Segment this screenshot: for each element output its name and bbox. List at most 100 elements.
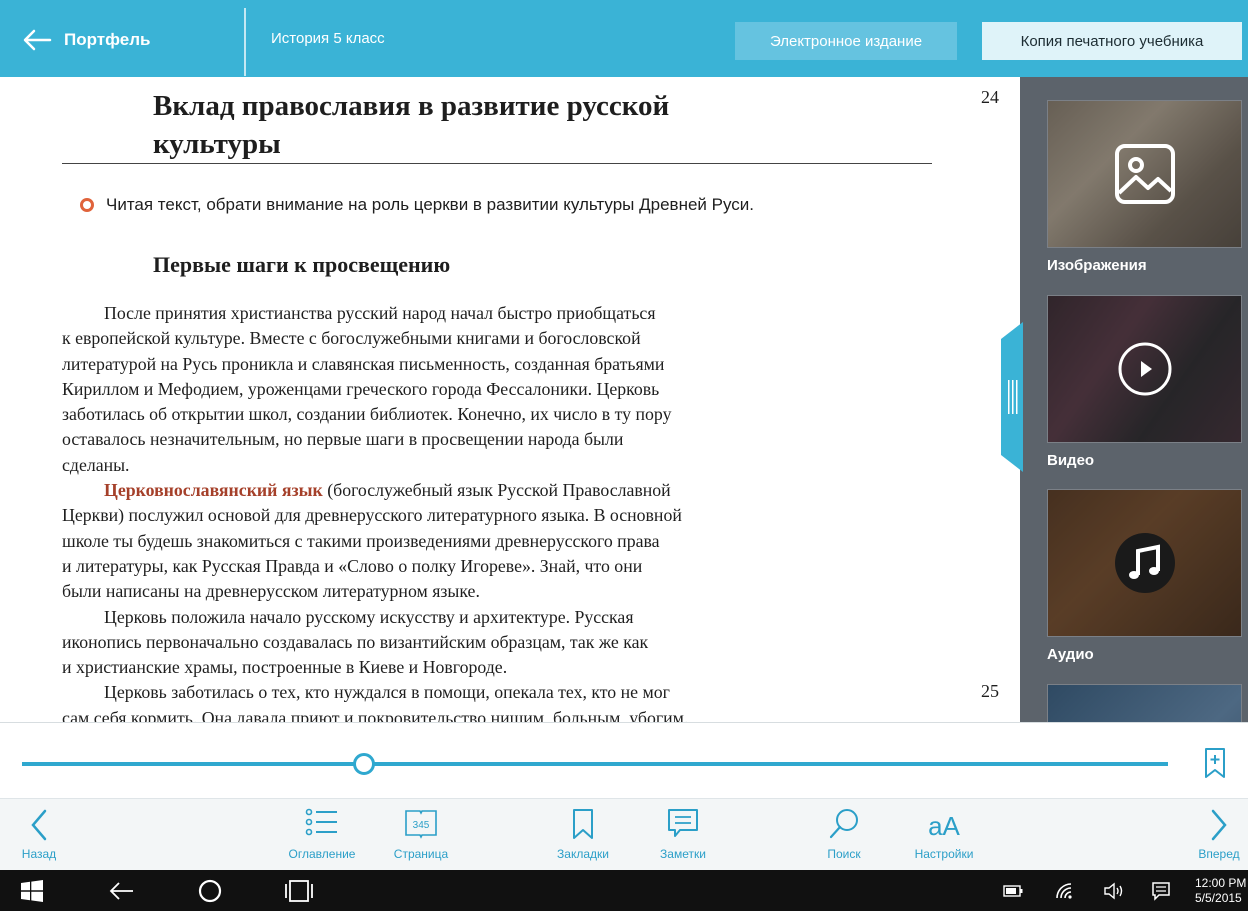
text-line: заботилась об открытии школ, создании би… xyxy=(62,404,672,425)
book-page: Вклад православия в развитие русской кул… xyxy=(0,77,1020,722)
chapter-title-line: культуры xyxy=(153,128,281,160)
contents-button[interactable]: Оглавление xyxy=(282,799,362,871)
task-view-icon xyxy=(285,879,313,902)
clock-time: 12:00 PM xyxy=(1195,876,1247,890)
print-copy-button[interactable]: Копия печатного учебника xyxy=(982,22,1242,60)
portfolio-back-link[interactable]: Портфель xyxy=(22,22,150,58)
search-label: Поиск xyxy=(827,847,861,861)
start-button[interactable] xyxy=(14,870,50,911)
cortana-button[interactable] xyxy=(193,870,227,911)
text-line: После принятия христианства русский наро… xyxy=(104,303,656,323)
play-icon xyxy=(1118,342,1171,396)
font-size-glyph: aA xyxy=(928,811,960,841)
clock-date: 5/5/2015 xyxy=(1195,891,1242,905)
windows-logo-icon xyxy=(21,879,43,902)
media-card-images[interactable]: Изображения xyxy=(1047,100,1242,274)
text-line: Церковнославянский язык (богослужебный я… xyxy=(62,478,942,503)
chapter-title: Вклад православия в развитие русской кул… xyxy=(153,87,853,163)
top-bar: Портфель История 5 класс Электронное изд… xyxy=(0,0,1248,77)
text-line: иконопись первоначально создавалась по в… xyxy=(62,631,649,652)
text-line: к европейской культуре. Вместе с богослу… xyxy=(62,328,641,349)
section-title: Первые шаги к просвещению xyxy=(153,252,451,277)
text-line: сам себя кормить. Она давала приют и пок… xyxy=(62,707,689,722)
battery-icon xyxy=(1003,884,1023,897)
text-line: оставалось незначительным, но первые шаг… xyxy=(62,429,624,450)
panel-toggle-handle[interactable] xyxy=(999,322,1023,472)
circle-icon xyxy=(198,879,222,902)
portfolio-label: Портфель xyxy=(64,30,151,49)
bookmarks-label: Закладки xyxy=(557,847,609,861)
action-center-tray[interactable] xyxy=(1146,870,1176,911)
video-thumbnail xyxy=(1047,295,1242,443)
bookmark-icon xyxy=(573,809,593,839)
electronic-edition-button[interactable]: Электронное издание xyxy=(735,22,957,60)
media-card-video[interactable]: Видео xyxy=(1047,295,1242,469)
volume-tray[interactable] xyxy=(1099,870,1129,911)
chevron-right-icon xyxy=(1211,809,1227,841)
header-divider xyxy=(244,8,246,76)
add-bookmark-icon[interactable] xyxy=(1202,747,1228,779)
text-line: Церковь заботилась о тех, кто нуждался в… xyxy=(104,682,670,703)
arrow-left-icon xyxy=(109,881,133,900)
battery-tray[interactable] xyxy=(998,870,1028,911)
settings-label: Настройки xyxy=(914,847,974,861)
back-label: Назад xyxy=(21,847,57,861)
image-icon xyxy=(1114,144,1175,204)
page-button[interactable]: 345 Страница xyxy=(386,799,456,871)
windows-taskbar: 12:00 PM 5/5/2015 xyxy=(0,870,1248,911)
wifi-icon xyxy=(1056,882,1072,899)
term-highlight: Церковнославянский язык xyxy=(104,480,323,501)
body-text: После принятия христианства русский наро… xyxy=(62,301,942,722)
text-line: Церковь положила начало русскому искусст… xyxy=(104,606,634,627)
text-line: Кириллом и Мефодием, уроженцами греческо… xyxy=(62,378,660,399)
reading-progress-area xyxy=(0,722,1248,798)
text-line: школе ты будешь знакомиться с такими про… xyxy=(62,530,660,551)
audio-label: Аудио xyxy=(1047,646,1094,663)
page-number: 25 xyxy=(981,681,999,701)
task-bullet-icon xyxy=(80,198,94,212)
task-view-button[interactable] xyxy=(281,870,317,911)
list-icon xyxy=(305,808,337,836)
term-definition: (богослужебный язык Русской Православной xyxy=(322,480,671,501)
search-button[interactable]: Поиск xyxy=(814,799,874,871)
arrow-left-icon xyxy=(23,29,52,51)
forward-button[interactable]: Вперед xyxy=(1192,799,1246,871)
progress-knob[interactable] xyxy=(352,753,375,775)
notes-label: Заметки xyxy=(660,847,706,861)
page-icon-number: 345 xyxy=(413,820,430,831)
notes-button[interactable]: Заметки xyxy=(648,799,718,871)
page-number: 24 xyxy=(981,87,999,107)
notes-icon xyxy=(668,809,698,837)
title-divider xyxy=(62,163,932,164)
progress-slider[interactable] xyxy=(22,753,1168,775)
back-button[interactable]: Назад xyxy=(14,799,64,871)
bottom-toolbar: Назад Оглавление 345 Страница Закладки З… xyxy=(0,798,1248,870)
volume-icon xyxy=(1104,882,1123,899)
reading-task: Читая текст, обрати внимание на роль цер… xyxy=(80,195,754,215)
images-label: Изображения xyxy=(1047,257,1147,274)
contents-label: Оглавление xyxy=(288,847,356,861)
chapter-title-line: Вклад православия в развитие русской xyxy=(153,90,670,122)
wifi-tray[interactable] xyxy=(1050,870,1080,911)
settings-button[interactable]: aA Настройки xyxy=(904,799,984,871)
bookmarks-button[interactable]: Закладки xyxy=(548,799,618,871)
notification-icon xyxy=(1152,881,1170,901)
text-line: и христианские храмы, построенные в Киев… xyxy=(62,657,508,678)
search-icon xyxy=(829,809,858,839)
text-line: Церкви) послужил основой для древнерусск… xyxy=(62,505,682,526)
media-card-audio[interactable]: Аудио xyxy=(1047,489,1242,663)
taskbar-clock[interactable]: 12:00 PM 5/5/2015 xyxy=(1195,876,1246,906)
audio-thumbnail xyxy=(1047,489,1242,637)
forward-label: Вперед xyxy=(1198,847,1240,861)
images-thumbnail xyxy=(1047,100,1242,248)
page-label: Страница xyxy=(393,847,449,861)
text-line: и литературы, как Русская Правда и «Слов… xyxy=(62,555,643,576)
text-line: сделаны. xyxy=(62,454,130,475)
music-note-icon xyxy=(1114,533,1175,593)
taskbar-back-button[interactable] xyxy=(104,870,138,911)
font-size-icon: aA xyxy=(928,811,960,841)
chevron-left-icon xyxy=(31,809,47,841)
video-label: Видео xyxy=(1047,452,1095,469)
text-line: были написаны на древнерусском литератур… xyxy=(62,581,480,602)
book-page-icon: 345 xyxy=(405,810,437,839)
